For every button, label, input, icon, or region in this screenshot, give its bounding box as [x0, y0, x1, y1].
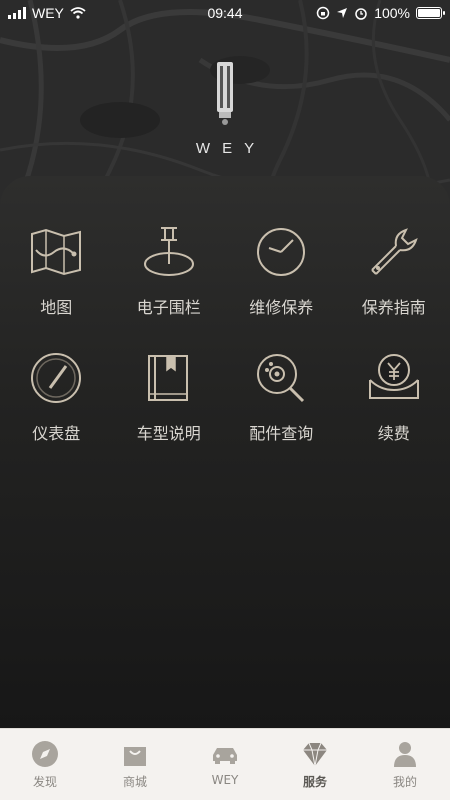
battery-level — [418, 9, 440, 17]
carrier-label: WEY — [32, 5, 64, 21]
tab-mall[interactable]: 商城 — [90, 729, 180, 800]
service-geofence[interactable]: 电子围栏 — [113, 224, 226, 318]
battery-icon — [416, 7, 445, 19]
tab-label: 发现 — [32, 775, 57, 789]
service-guide[interactable]: 保养指南 — [338, 224, 450, 318]
clock-icon — [257, 228, 306, 276]
tab-label: 服务 — [302, 775, 327, 789]
service-panel: 地图 电子围栏 维修保养 保养指南 仪表盘 车型说明 配件查询 续费 — [0, 176, 450, 728]
manual-book-icon — [147, 355, 188, 401]
service-label: 配件查询 — [249, 424, 314, 443]
tab-mine[interactable]: 我的 — [360, 729, 450, 800]
service-label: 维修保养 — [249, 298, 314, 317]
brand-logo: WEY — [0, 60, 450, 157]
service-renewal[interactable]: 续费 — [338, 350, 450, 444]
wifi-icon — [70, 7, 86, 19]
service-label: 续费 — [377, 424, 410, 443]
tab-label: 我的 — [392, 775, 417, 789]
gauge-icon — [31, 353, 82, 403]
signal-icon — [8, 7, 26, 19]
alarm-icon — [355, 8, 367, 20]
service-label: 地图 — [40, 298, 73, 317]
wey-emblem-icon — [217, 62, 233, 125]
bottom-tab-bar: 发现 商城 WEY 服务 我的 — [0, 728, 450, 800]
service-parts[interactable]: 配件查询 — [225, 350, 338, 444]
tab-wey[interactable]: WEY — [180, 729, 270, 800]
status-time: 09:44 — [207, 5, 243, 21]
location-arrow-icon — [337, 8, 348, 18]
service-dashboard[interactable]: 仪表盘 — [0, 350, 113, 444]
map-icon — [31, 228, 82, 276]
car-icon — [213, 748, 237, 764]
tab-discover[interactable]: 发现 — [0, 729, 90, 800]
diamond-icon — [303, 742, 327, 767]
brand-logo-text: WEY — [195, 140, 267, 157]
shopping-bag-icon — [124, 747, 146, 766]
compass-icon — [32, 741, 58, 767]
service-maintenance[interactable]: 维修保养 — [225, 224, 338, 318]
person-icon — [394, 742, 416, 767]
service-label: 保养指南 — [361, 298, 426, 317]
service-map[interactable]: 地图 — [0, 224, 113, 318]
status-bar: WEY 09:44 100% — [0, 0, 450, 26]
wrench-icon — [371, 228, 418, 275]
service-label: 电子围栏 — [136, 298, 201, 317]
tab-label: 商城 — [122, 775, 147, 789]
geofence-pin-icon — [143, 227, 194, 276]
battery-percent: 100% — [374, 5, 410, 21]
tab-label: WEY — [211, 773, 239, 787]
tab-service[interactable]: 服务 — [270, 729, 360, 800]
service-manual[interactable]: 车型说明 — [113, 350, 226, 444]
yen-payment-icon — [368, 354, 419, 399]
rotation-lock-icon — [316, 6, 330, 20]
parts-search-icon — [257, 354, 305, 403]
service-grid: 地图 电子围栏 维修保养 保养指南 仪表盘 车型说明 配件查询 续费 — [0, 224, 450, 444]
service-label: 车型说明 — [136, 424, 201, 443]
service-label: 仪表盘 — [32, 424, 81, 443]
